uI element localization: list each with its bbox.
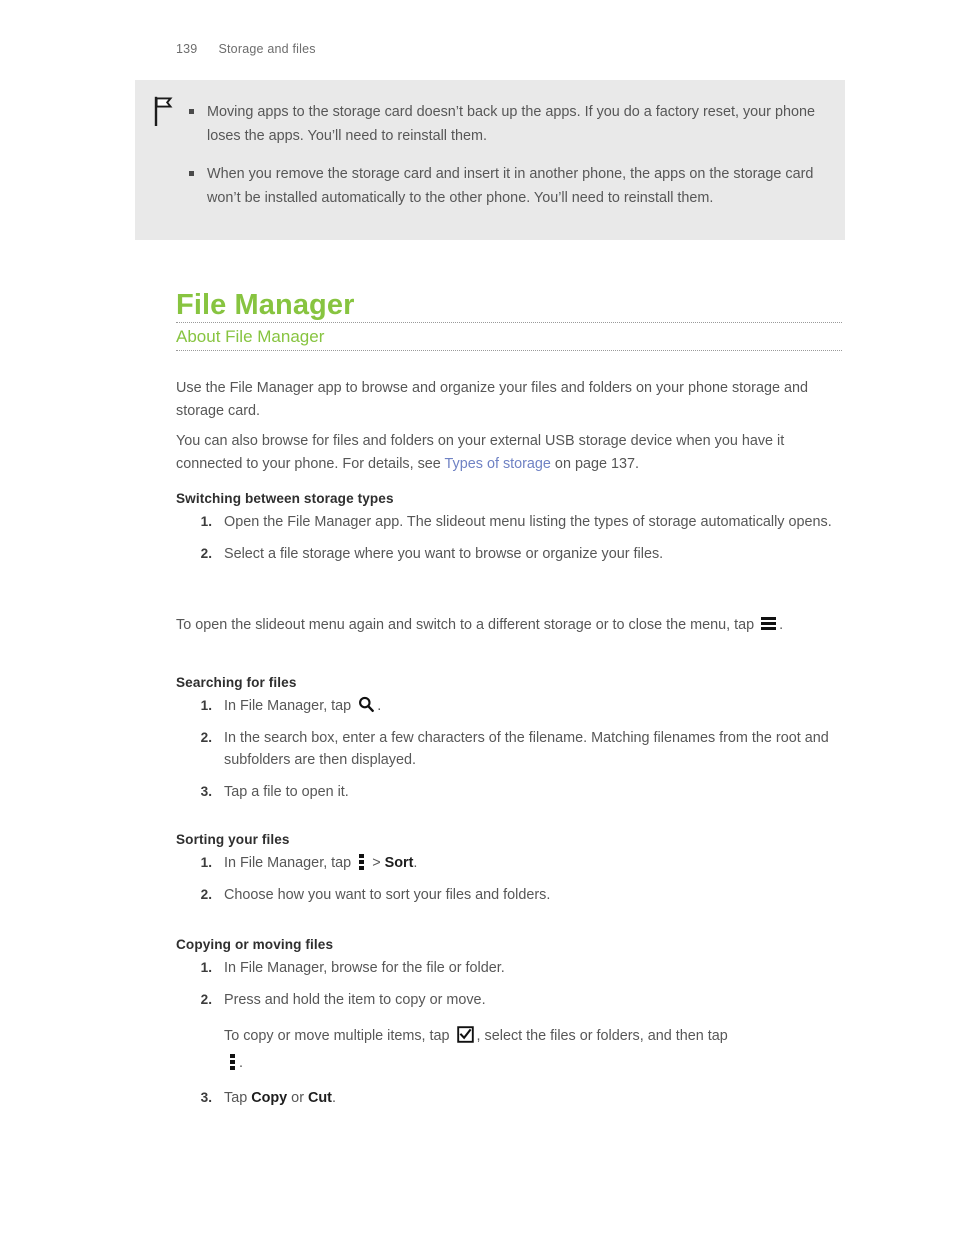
section-heading: About File Manager [176, 322, 842, 351]
step-text: In File Manager, browse for the file or … [224, 960, 505, 976]
subheading-sorting-files: Sorting your files [176, 831, 290, 847]
slideout-menu-paragraph: To open the slideout menu again and swit… [176, 614, 844, 637]
subheading-switching-storage: Switching between storage types [176, 490, 394, 506]
step-text: Press and hold the item to copy or move. [224, 991, 486, 1008]
list-item: 2. In the search box, enter a few charac… [176, 727, 844, 772]
step-text-lead: Tap [224, 1090, 252, 1107]
step-number: 1. [200, 698, 212, 713]
step-text-tail: . [331, 1090, 336, 1107]
list-item: 2. Select a file storage where you want … [176, 543, 844, 566]
note-bullet-item: Moving apps to the storage card doesn’t … [187, 100, 839, 148]
list-item: 3. Tap a file to open it. [176, 781, 844, 804]
sort-label: Sort [384, 855, 414, 871]
multi-select-end: . [239, 1054, 243, 1071]
multi-select-lead: To copy or move multiple items, tap [224, 1028, 454, 1045]
step-text-tail: . [377, 698, 382, 714]
list-item: 2. Press and hold the item to copy or mo… [176, 989, 844, 1075]
step-number: 3. [200, 1090, 212, 1106]
subheading-searching-files: Searching for files [176, 674, 297, 690]
step-number: 1. [200, 960, 212, 975]
types-of-storage-link[interactable]: Types of storage [445, 456, 551, 472]
step-text: Select a file storage where you want to … [224, 545, 664, 562]
step-text-lead: In File Manager, tap [224, 855, 356, 871]
copy-label: Copy [251, 1090, 288, 1107]
checkbox-checked-icon [456, 1026, 474, 1043]
overflow-menu-icon [230, 1053, 235, 1070]
header-section-title: Storage and files [218, 42, 316, 56]
page-number: 139 [176, 42, 198, 56]
multi-select-paragraph: To copy or move multiple items, tap , se… [224, 1025, 844, 1074]
list-item: 2. Choose how you want to sort your file… [176, 884, 844, 907]
slideout-paragraph-tail: . [779, 617, 784, 634]
step-or: or [287, 1090, 308, 1107]
switching-steps-list: 1. Open the File Manager app. The slideo… [176, 511, 844, 565]
step-number: 2. [200, 886, 212, 902]
searching-steps-list: 1. In File Manager, tap . 2. In the sear… [176, 695, 844, 803]
step-number: 3. [200, 783, 212, 799]
page-title: File Manager [176, 289, 355, 322]
list-item: 1. In File Manager, tap > Sort. [176, 852, 844, 875]
step-number: 1. [200, 514, 212, 529]
note-callout-box: Moving apps to the storage card doesn’t … [135, 80, 845, 240]
flag-icon [152, 96, 176, 127]
subheading-copying-moving-files: Copying or moving files [176, 936, 334, 952]
step-text: Choose how you want to sort your files a… [224, 886, 551, 903]
document-page: 139 Storage and files Moving apps to the … [0, 0, 954, 1235]
step-text: Tap a file to open it. [224, 783, 349, 800]
list-item: 3. Tap Copy or Cut. [176, 1087, 844, 1110]
step-text-lead: In File Manager, tap [224, 698, 356, 714]
step-number: 2. [200, 545, 212, 561]
hamburger-menu-icon [761, 617, 777, 631]
list-item: 1. Open the File Manager app. The slideo… [176, 511, 844, 534]
step-number: 1. [200, 855, 212, 870]
usb-storage-paragraph: You can also browse for files and folder… [176, 430, 844, 475]
slideout-paragraph-lead: To open the slideout menu again and swit… [176, 617, 759, 634]
step-number: 2. [200, 729, 212, 745]
list-item: 1. In File Manager, tap . [176, 695, 844, 718]
step-number: 2. [200, 991, 212, 1007]
running-header: 139 Storage and files [176, 42, 316, 56]
overflow-menu-icon-line: . [226, 1052, 844, 1075]
multi-select-middle: , select the files or folders, and then … [476, 1028, 728, 1045]
step-separator: > [368, 855, 385, 871]
step-text-tail: . [413, 855, 418, 871]
step-text: Open the File Manager app. The slideout … [224, 514, 832, 530]
step-text: In the search box, enter a few character… [224, 729, 829, 769]
overflow-menu-icon [359, 854, 365, 870]
cut-label: Cut [307, 1090, 332, 1107]
search-icon [358, 696, 375, 713]
usb-paragraph-tail: on page 137. [550, 455, 639, 472]
note-bullet-list: Moving apps to the storage card doesn’t … [187, 100, 839, 210]
copying-steps-list: 1. In File Manager, browse for the file … [176, 957, 844, 1110]
sorting-steps-list: 1. In File Manager, tap > Sort. 2. Choos… [176, 852, 844, 906]
note-bullet-item: When you remove the storage card and ins… [187, 162, 839, 210]
intro-paragraph: Use the File Manager app to browse and o… [176, 380, 808, 419]
list-item: 1. In File Manager, browse for the file … [176, 957, 844, 980]
